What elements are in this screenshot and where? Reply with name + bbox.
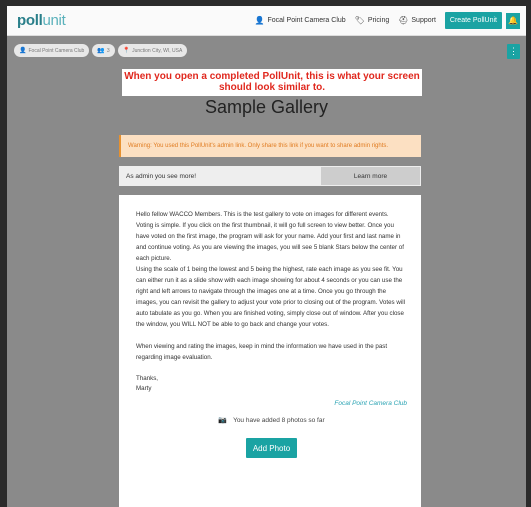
poll-meta-chips: 👤 Focal Point Camera Club 👥 3 📍 Junction…	[14, 44, 188, 57]
organizer-label: Focal Point Camera Club	[28, 47, 85, 54]
poll-description-card: Hello fellow WACCO Members. This is the …	[119, 195, 421, 507]
page-title: Sample Gallery	[204, 97, 329, 117]
description-paragraph-2: Using the scale of 1 being the lowest an…	[136, 266, 405, 328]
location-chip[interactable]: 📍 Junction City, WI, USA	[117, 44, 188, 57]
annotation-line-2: should look similar to.	[218, 82, 326, 93]
signature: Thanks, Marty	[136, 374, 407, 394]
club-link[interactable]: Focal Point Camera Club	[136, 400, 407, 407]
location-pin-icon: 📍	[122, 48, 131, 54]
admin-info-bar: As admin you see more! Learn more	[119, 166, 421, 186]
annotation-line-1: When you open a completed PollUnit, this…	[124, 71, 420, 82]
pollunit-logo[interactable]: pollunit	[17, 12, 66, 29]
nav-pricing-label: Pricing	[367, 17, 390, 24]
top-nav: 👤 Focal Point Camera Club 🏷 Pricing ⛑ Su…	[255, 12, 520, 29]
tag-icon: 🏷	[354, 16, 365, 25]
admin-link-warning: Warning: You used this PollUnit's admin …	[119, 135, 421, 157]
description-paragraph-1: Hello fellow WACCO Members. This is the …	[136, 211, 404, 262]
admin-info-text: As admin you see more!	[126, 172, 197, 180]
description-paragraph-3: When viewing and rating the images, keep…	[136, 343, 388, 361]
lifebuoy-icon: ⛑	[398, 16, 409, 25]
user-icon: 👤	[19, 48, 27, 54]
kebab-menu-icon: ⋮	[509, 46, 518, 56]
nav-account[interactable]: 👤 Focal Point Camera Club	[255, 16, 346, 25]
bell-icon: 🔔	[508, 16, 518, 25]
nav-support[interactable]: ⛑ Support	[398, 16, 436, 25]
camera-icon: 📷	[218, 417, 228, 424]
logo-bold: poll	[17, 12, 43, 29]
nav-pricing[interactable]: 🏷 Pricing	[355, 16, 390, 25]
notifications-button[interactable]: 🔔	[506, 12, 520, 29]
nav-support-label: Support	[411, 17, 436, 24]
learn-more-button[interactable]: Learn more	[321, 167, 420, 185]
app-window: pollunit 👤 Focal Point Camera Club 🏷 Pri…	[7, 6, 526, 507]
participants-chip[interactable]: 👥 3	[92, 44, 115, 57]
photo-count-text: You have added 8 photos so far	[233, 416, 325, 424]
signature-thanks: Thanks,	[136, 375, 159, 382]
more-options-button[interactable]: ⋮	[507, 44, 520, 59]
logo-light: unit	[42, 12, 66, 29]
signature-name: Marty	[136, 385, 152, 392]
user-icon: 👤	[254, 16, 265, 25]
users-icon: 👥	[97, 48, 105, 54]
participants-count: 3	[106, 47, 110, 54]
add-photo-button[interactable]: Add Photo	[246, 438, 297, 458]
instruction-annotation: When you open a completed PollUnit, this…	[122, 69, 422, 96]
organizer-chip[interactable]: 👤 Focal Point Camera Club	[14, 44, 90, 57]
photo-count: 📷 You have added 8 photos so far	[136, 416, 407, 425]
nav-account-label: Focal Point Camera Club	[267, 17, 346, 24]
location-label: Junction City, WI, USA	[132, 47, 183, 54]
top-navbar: pollunit 👤 Focal Point Camera Club 🏷 Pri…	[7, 6, 526, 36]
create-pollunit-button[interactable]: Create PollUnit	[444, 12, 502, 29]
